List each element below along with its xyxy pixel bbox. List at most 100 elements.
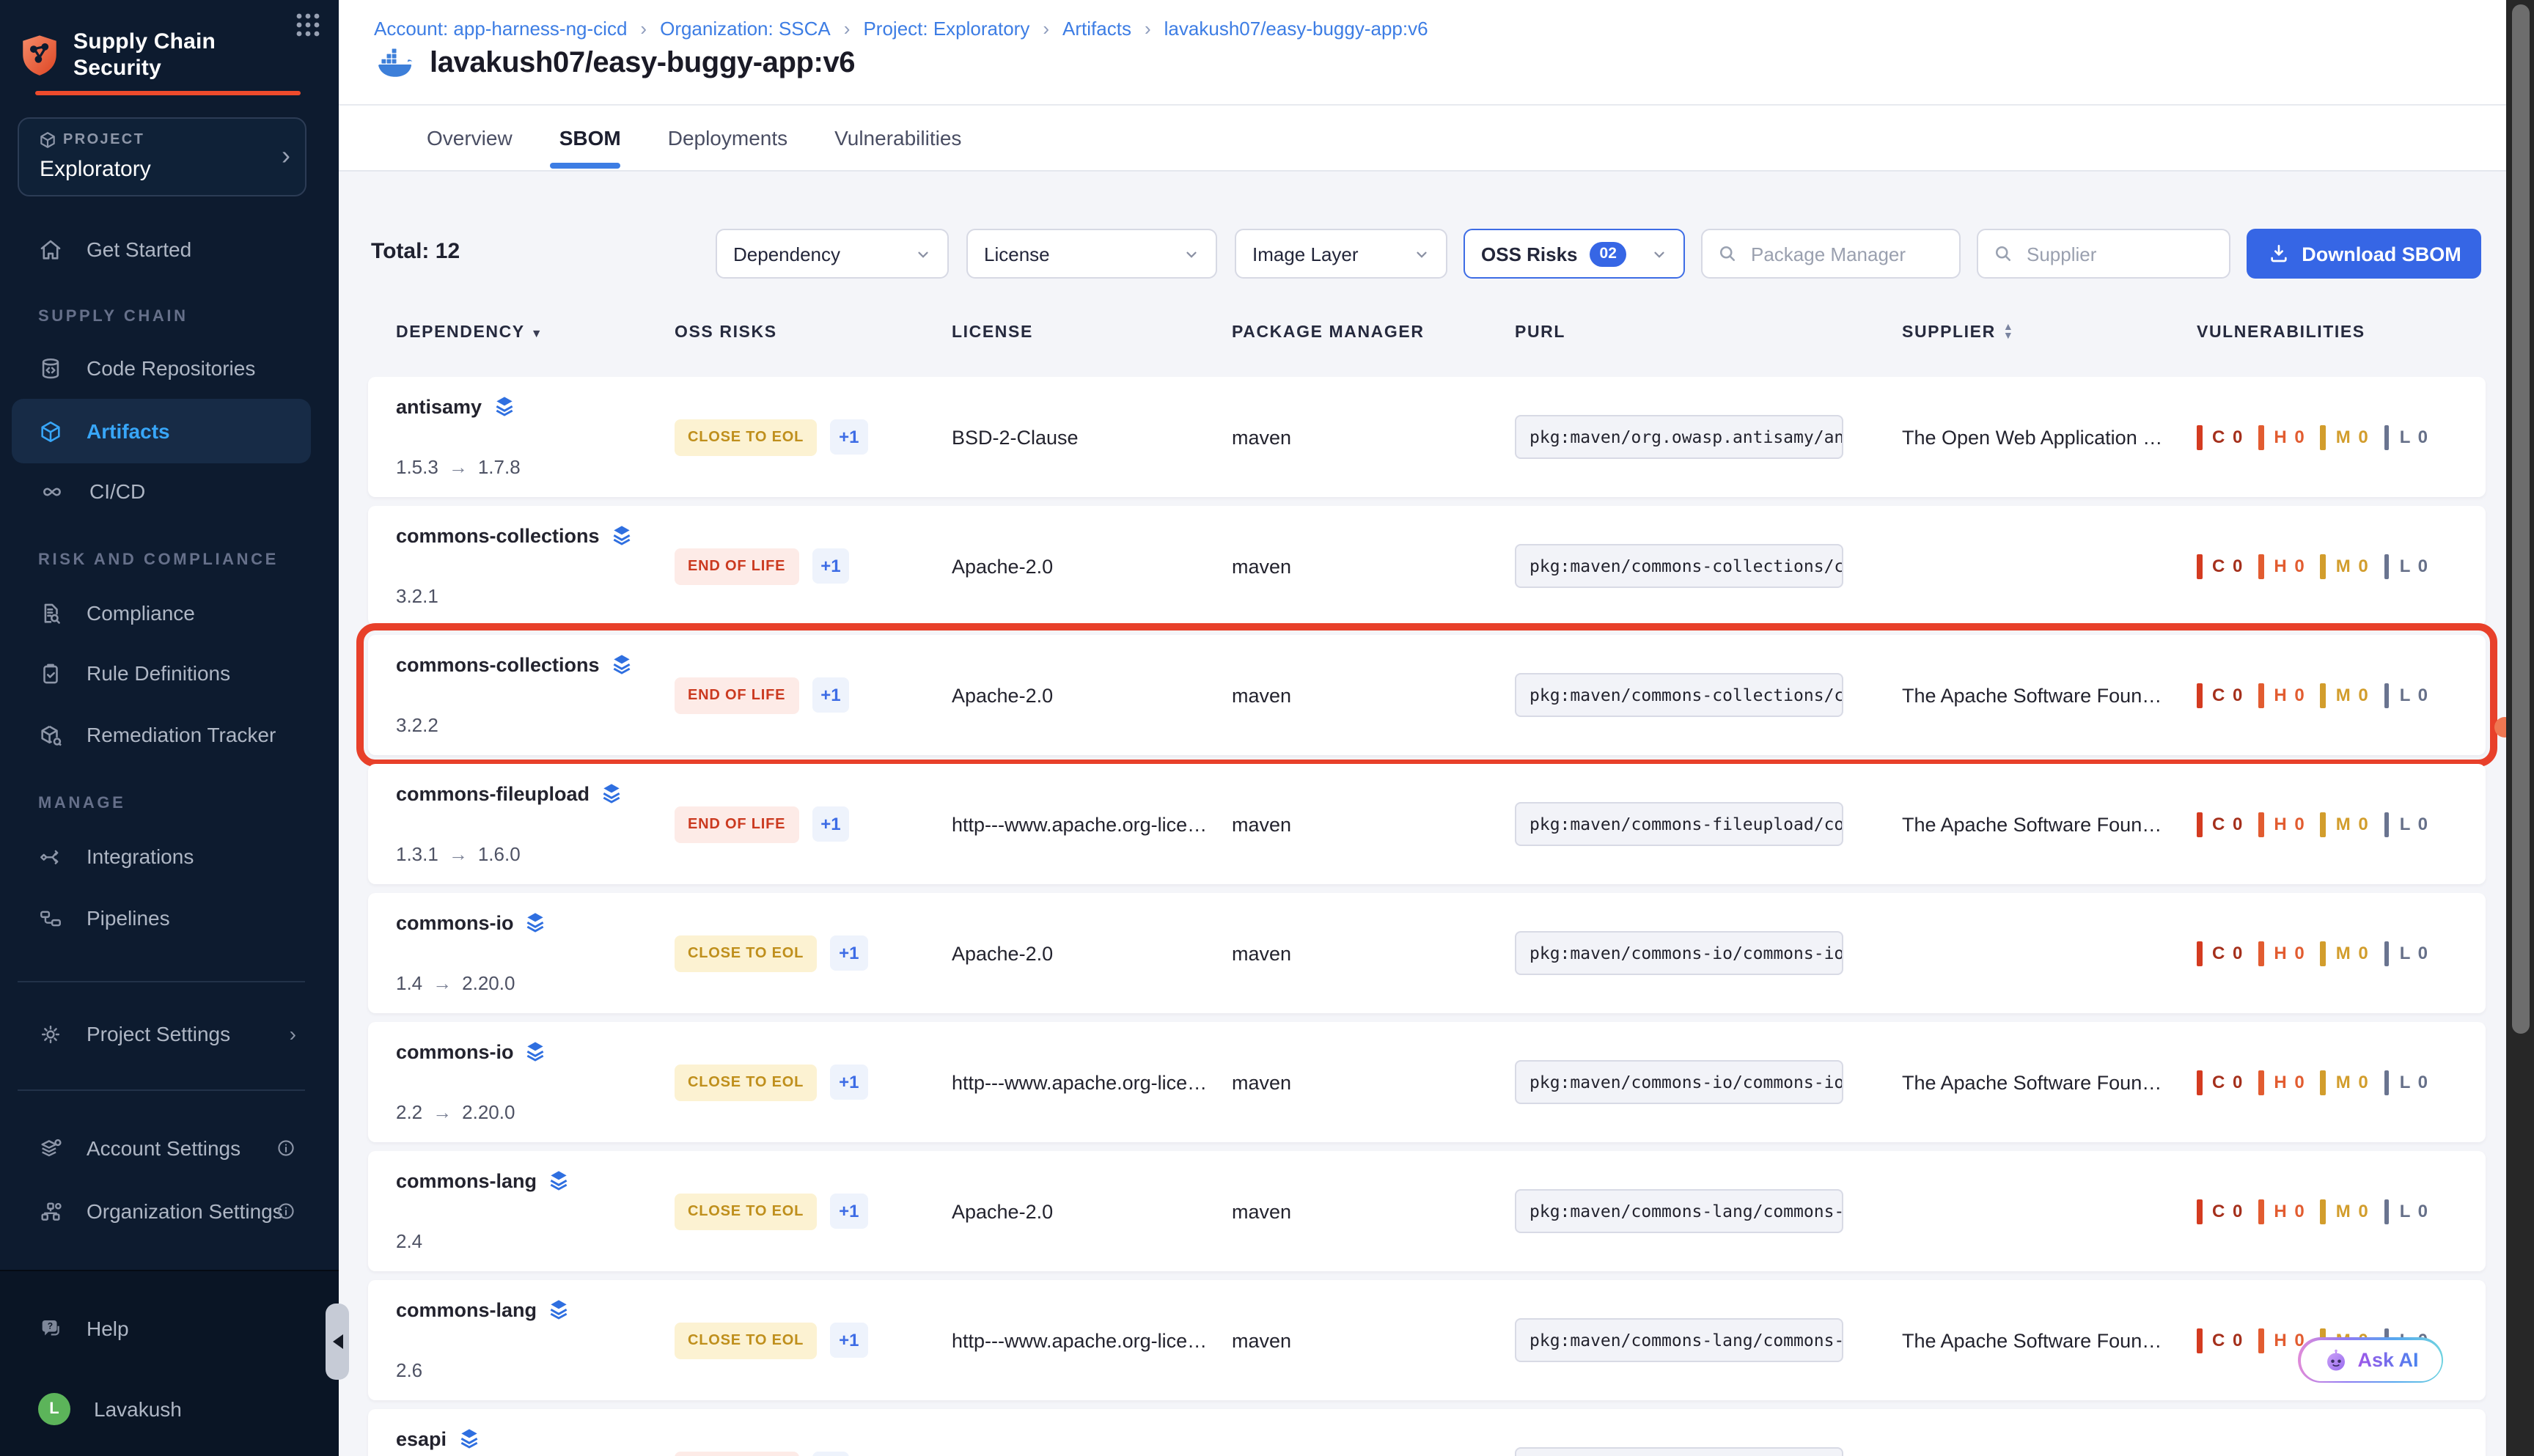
column-dependency[interactable]: DEPENDENCY▼ [396, 324, 543, 342]
sidebar-item-integrations[interactable]: Integrations [12, 827, 311, 886]
purl-cell[interactable]: pkg:maven/commons-lang/commons-l… [1515, 1151, 1873, 1271]
sidebar-item-compliance[interactable]: Compliance [12, 584, 311, 642]
active-tab-indicator [550, 163, 620, 168]
sidebar-divider [18, 981, 305, 982]
tab-sbom[interactable]: SBOM [557, 120, 624, 155]
breadcrumb-current[interactable]: lavakush07/easy-buggy-app:v6 [1164, 18, 1428, 40]
purl-cell[interactable]: pkg:maven/commons-io/commons-io@… [1515, 893, 1873, 1013]
column-purl[interactable]: PURL [1515, 324, 1565, 342]
license-cell: Apache-2.0 [952, 1151, 1216, 1271]
purl-cell[interactable]: pkg:maven/commons-collections/co… [1515, 506, 1873, 626]
purl-cell[interactable]: pkg:maven/commons-collections/co… [1515, 635, 1873, 755]
oss-risk-more[interactable]: +1 [830, 1323, 867, 1358]
column-supplier[interactable]: SUPPLIER▲▼ [1902, 324, 2014, 342]
column-oss-risks[interactable]: OSS RISKS [675, 324, 777, 342]
oss-risk-more[interactable]: +1 [830, 1194, 867, 1229]
sidebar-item-organization-settings[interactable]: Organization Settings [12, 1182, 311, 1240]
vuln-low: L 0 [2384, 554, 2429, 578]
sidebar-item-account-settings[interactable]: Account Settings [12, 1119, 311, 1177]
vuln-low: L 0 [2384, 424, 2429, 449]
license-filter-dropdown[interactable]: License [966, 229, 1217, 279]
tab-bar: Overview SBOM Deployments Vulnerabilitie… [424, 120, 964, 155]
column-label: PURL [1515, 324, 1565, 342]
version-from: 2.2 [396, 1101, 422, 1123]
sidebar-item-pipelines[interactable]: Pipelines [12, 889, 311, 947]
breadcrumb-artifacts[interactable]: Artifacts [1062, 18, 1131, 40]
sidebar-item-project-settings[interactable]: Project Settings › [12, 1004, 311, 1063]
package-manager-search[interactable] [1701, 229, 1961, 279]
column-vulnerabilities[interactable]: VULNERABILITIES [2197, 324, 2365, 342]
vuln-high: H 0 [2258, 1199, 2305, 1224]
oss-risk-more[interactable]: +1 [830, 1065, 867, 1100]
sidebar-item-get-started[interactable]: Get Started [12, 220, 311, 279]
vuln-medium: M 0 [2321, 941, 2370, 966]
tab-deployments[interactable]: Deployments [665, 120, 790, 155]
table-row[interactable]: commons-io 2.2→2.20.0 CLOSE TO EOL +1 ht… [368, 1022, 2486, 1142]
sidebar-item-code-repositories[interactable]: Code Repositories [12, 339, 311, 397]
supplier-search[interactable] [1977, 229, 2230, 279]
supplier-input[interactable] [2024, 241, 2206, 266]
sidebar-item-remediation-tracker[interactable]: Remediation Tracker [12, 705, 311, 764]
sidebar-user-menu[interactable]: L Lavakush [12, 1380, 311, 1438]
oss-risk-more[interactable]: +1 [812, 1452, 849, 1456]
breadcrumb-account[interactable]: Account: app-harness-ng-cicd [374, 18, 627, 40]
vuln-low: L 0 [2384, 683, 2429, 707]
project-selector[interactable]: PROJECT Exploratory › [18, 117, 306, 196]
oss-risk-badge: END OF LIFE [675, 1451, 798, 1456]
oss-risk-badge: END OF LIFE [675, 806, 798, 842]
table-row[interactable]: commons-collections 3.2.1→ END OF LIFE +… [368, 506, 2486, 626]
tab-overview[interactable]: Overview [424, 120, 515, 155]
layers-icon [547, 1169, 570, 1192]
table-row[interactable]: commons-io 1.4→2.20.0 CLOSE TO EOL +1 Ap… [368, 893, 2486, 1013]
info-icon[interactable] [276, 1138, 296, 1158]
download-sbom-button[interactable]: Download SBOM [2247, 229, 2481, 279]
breadcrumb-project[interactable]: Project: Exploratory [863, 18, 1029, 40]
table-row[interactable]: commons-lang 2.6→ CLOSE TO EOL +1 http--… [368, 1280, 2486, 1400]
oss-risk-more[interactable]: +1 [830, 419, 867, 455]
purl-cell[interactable]: pkg:maven/commons-io/commons-io@… [1515, 1022, 1873, 1142]
table-row-highlighted[interactable]: commons-collections 3.2.2→ END OF LIFE +… [368, 635, 2486, 755]
ask-ai-button[interactable]: Ask AI [2298, 1337, 2443, 1383]
table-row[interactable]: antisamy 1.5.3→1.7.8 CLOSE TO EOL +1 BSD… [368, 377, 2486, 497]
brand-underline [35, 91, 301, 95]
total-count: Total: 12 [371, 239, 460, 264]
scrollbar-thumb[interactable] [2511, 4, 2529, 1034]
column-license[interactable]: LICENSE [952, 324, 1033, 342]
sidebar-item-artifacts[interactable]: Artifacts [12, 399, 311, 463]
image-layer-filter-dropdown[interactable]: Image Layer [1235, 229, 1447, 279]
oss-risk-more[interactable]: +1 [812, 548, 849, 584]
oss-risk-more[interactable]: +1 [830, 935, 867, 971]
chevron-right-icon: › [282, 139, 290, 172]
sidebar-collapse-handle[interactable] [326, 1304, 349, 1380]
oss-risk-more[interactable]: +1 [812, 677, 849, 713]
layers-icon [524, 911, 548, 934]
vuln-critical: C 0 [2197, 424, 2244, 449]
tab-vulnerabilities[interactable]: Vulnerabilities [831, 120, 964, 155]
table-row[interactable]: esapi → END OF LIFE +1 BSD-3-Clause mave… [368, 1409, 2486, 1456]
info-icon[interactable] [276, 1201, 296, 1221]
dependency-version: 1.3.1→1.6.0 [396, 843, 521, 865]
purl-cell[interactable]: pkg:maven/org.owasp.esapi/esa… [1515, 1409, 1873, 1456]
module-grid-icon[interactable] [295, 12, 321, 38]
dependency-filter-dropdown[interactable]: Dependency [716, 229, 949, 279]
purl-cell[interactable]: pkg:maven/commons-fileupload/com… [1515, 764, 1873, 884]
scrollbar-track[interactable] [2506, 0, 2534, 1456]
sidebar-item-help[interactable]: ? Help [12, 1299, 311, 1358]
oss-risks-cell: CLOSE TO EOL +1 [675, 893, 939, 1013]
sidebar-item-rule-definitions[interactable]: Rule Definitions [12, 644, 311, 702]
dependency-cell: commons-collections 3.2.1→ [396, 506, 667, 626]
breadcrumb-organization[interactable]: Organization: SSCA [660, 18, 831, 40]
sidebar-item-cicd[interactable]: CI/CD [12, 462, 311, 521]
oss-risks-filter-dropdown[interactable]: OSS Risks 02 [1464, 229, 1685, 279]
vuln-critical: C 0 [2197, 812, 2244, 837]
filter-count-badge: 02 [1590, 241, 1627, 266]
package-manager-input[interactable] [1748, 241, 1930, 266]
table-row[interactable]: commons-lang 2.4→ CLOSE TO EOL +1 Apache… [368, 1151, 2486, 1271]
column-package-manager[interactable]: PACKAGE MANAGER [1232, 324, 1425, 342]
sidebar-item-label: Rule Definitions [87, 661, 230, 685]
table-row[interactable]: commons-fileupload 1.3.1→1.6.0 END OF LI… [368, 764, 2486, 884]
purl-cell[interactable]: pkg:maven/org.owasp.antisamy/ant… [1515, 377, 1873, 497]
purl-value: pkg:maven/commons-io/commons-io@… [1515, 1060, 1843, 1104]
purl-cell[interactable]: pkg:maven/commons-lang/commons-l… [1515, 1280, 1873, 1400]
oss-risk-more[interactable]: +1 [812, 806, 849, 842]
